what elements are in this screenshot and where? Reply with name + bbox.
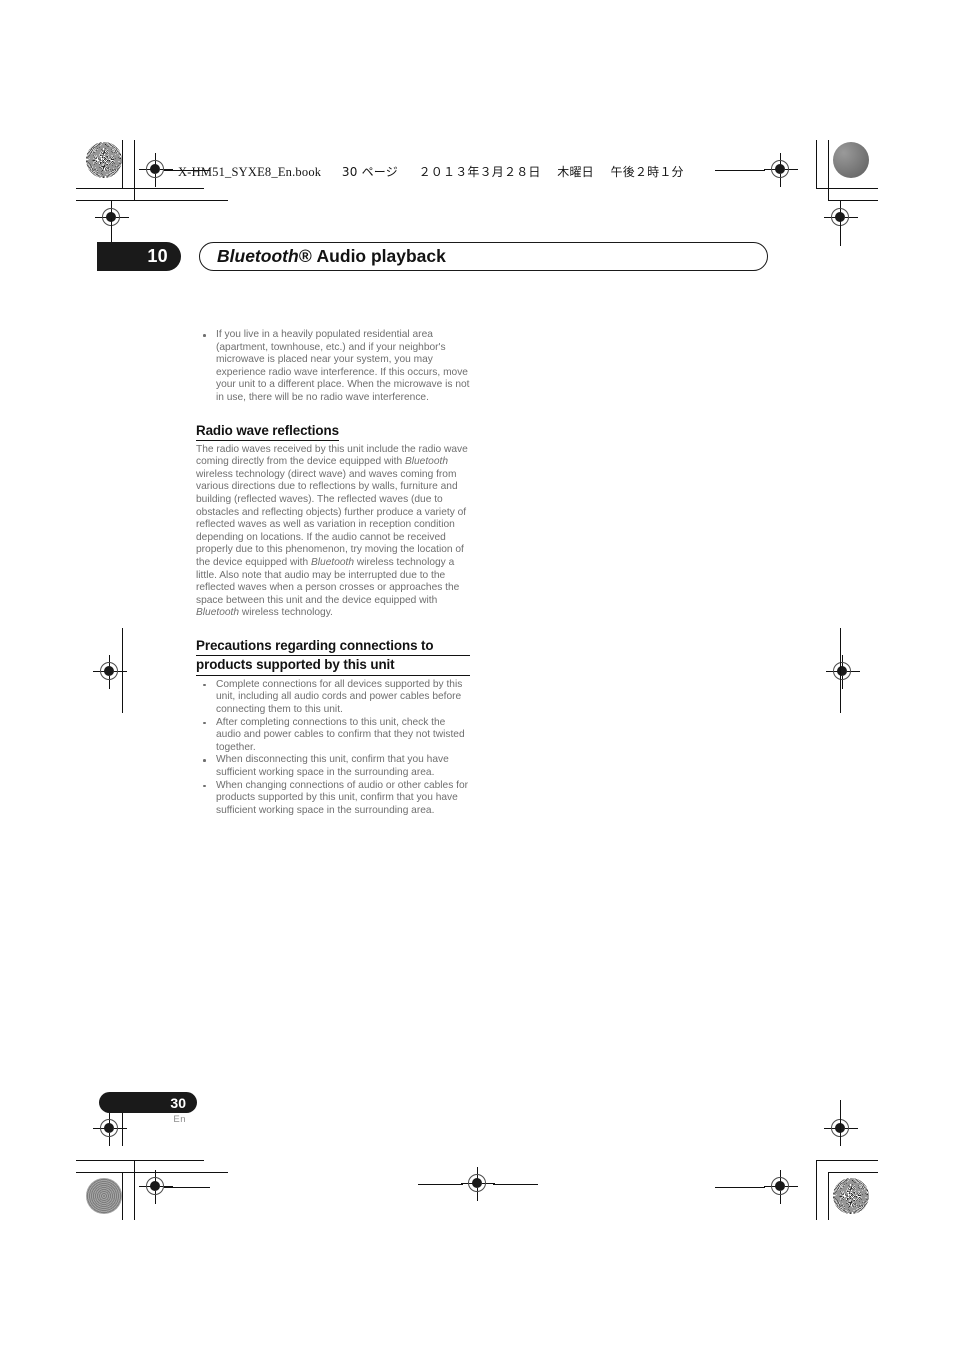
- para-part-2: wireless technology (direct wave) and wa…: [196, 468, 467, 568]
- bullet-dot-icon: [203, 721, 206, 725]
- registration-arm-bottom-center-l: [418, 1183, 463, 1185]
- registration-arm-mid-left: [122, 628, 124, 713]
- chapter-title-text: Audio playback: [316, 246, 446, 266]
- para-italic-3: Bluetooth: [196, 607, 240, 619]
- list-item: After completing connections to this uni…: [196, 717, 470, 755]
- chapter-number-badge: 10: [97, 242, 181, 271]
- crop-mark-bottom-right-h1: [816, 1160, 878, 1162]
- precautions-bullet-list: Complete connections for all devices sup…: [196, 679, 470, 818]
- para-italic-2: Bluetooth: [310, 556, 355, 568]
- section-reflections-paragraph: The radio waves received by this unit in…: [196, 444, 470, 620]
- crop-mark-bottom-right-v2: [828, 1172, 830, 1220]
- section-heading-reflections: Radio wave reflections: [196, 422, 339, 441]
- registration-arm-bottom-right: [715, 1186, 765, 1188]
- crop-mark-top-left-v2: [122, 140, 124, 189]
- registration-arm-top-right: [715, 169, 765, 171]
- list-item: When changing connections of audio or ot…: [196, 780, 470, 818]
- registration-dot-top-right: [833, 142, 869, 178]
- bullet-dot-icon: [203, 334, 206, 337]
- crop-mark-bottom-right-h2: [828, 1172, 878, 1174]
- list-item: When disconnecting this unit, confirm th…: [196, 754, 470, 779]
- registration-crosshair-top-right: [764, 153, 798, 187]
- section-heading-precautions-line2: products supported by this unit: [196, 656, 470, 676]
- bullet-dot-icon: [203, 784, 206, 788]
- registration-starburst-bottom-right: [833, 1178, 869, 1214]
- crop-mark-top-left-h1: [76, 188, 204, 190]
- intro-bullet-list: If you live in a heavily populated resid…: [196, 329, 470, 405]
- registration-dot-bottom-left: [86, 1178, 122, 1214]
- registration-starburst-top-left: [86, 142, 122, 178]
- list-item: If you live in a heavily populated resid…: [196, 329, 470, 405]
- section-heading-precautions-wrap: Precautions regarding connections to pro…: [196, 637, 470, 676]
- list-item: Complete connections for all devices sup…: [196, 679, 470, 717]
- content-column: If you live in a heavily populated resid…: [196, 329, 470, 817]
- crop-mark-bottom-left-h1: [76, 1160, 204, 1162]
- bullet-dot-icon: [203, 683, 206, 687]
- crop-mark-bottom-right-v1: [816, 1160, 818, 1220]
- chapter-title-pill: Bluetooth® Audio playback: [199, 242, 768, 271]
- registration-crosshair-mid-right: [826, 655, 860, 689]
- page-footer: 30 En: [99, 1092, 197, 1125]
- registration-arm-bottom-center-r: [493, 1183, 538, 1185]
- chapter-title-row: 10 Bluetooth® Audio playback: [97, 242, 777, 272]
- section-heading-precautions-line1: Precautions regarding connections to: [196, 637, 470, 657]
- book-date: ２０１３年３月２８日: [418, 165, 541, 179]
- book-weekday: 木曜日: [557, 165, 594, 179]
- list-item-text: When disconnecting this unit, confirm th…: [216, 754, 449, 779]
- list-item-text: If you live in a heavily populated resid…: [216, 329, 470, 403]
- list-item-text: When changing connections of audio or ot…: [216, 779, 469, 816]
- page-number-badge: 30: [99, 1092, 197, 1113]
- registration-arm-upper-right-2: [840, 218, 842, 246]
- para-italic-1: Bluetooth: [404, 456, 449, 468]
- registration-arm-mid-right: [840, 628, 842, 713]
- para-part-4: wireless technology.: [239, 607, 333, 619]
- registration-crosshair-bottom-center: [461, 1167, 495, 1201]
- crop-mark-bottom-left-v2: [122, 1172, 124, 1220]
- book-file-header: X-HM51_SYXE8_En.book 30 ページ ２０１３年３月２８日 木…: [178, 163, 684, 180]
- registration-arm-lower-right: [840, 1100, 842, 1146]
- list-item-text: Complete connections for all devices sup…: [216, 678, 463, 716]
- bullet-dot-icon: [203, 759, 206, 763]
- crop-mark-top-left-v1: [134, 140, 136, 200]
- list-item-text: After completing connections to this uni…: [216, 716, 465, 753]
- crop-mark-top-right-v2: [828, 140, 830, 200]
- section-heading-reflections-wrap: Radio wave reflections: [196, 422, 470, 441]
- crop-mark-bottom-left-v1: [134, 1160, 136, 1220]
- registration-crosshair-bottom-right: [764, 1170, 798, 1204]
- crop-mark-top-right-v1: [816, 140, 818, 189]
- book-time: 午後２時１分: [610, 165, 684, 179]
- registration-arm-bottom-left: [164, 1186, 210, 1188]
- chapter-title-brand: Bluetooth®: [217, 246, 312, 266]
- crop-mark-top-right-h1: [816, 188, 878, 190]
- page-language-label: En: [173, 1114, 186, 1125]
- book-page-marker: 30 ページ: [341, 165, 398, 179]
- book-filename: X-HM51_SYXE8_En.book: [178, 165, 322, 179]
